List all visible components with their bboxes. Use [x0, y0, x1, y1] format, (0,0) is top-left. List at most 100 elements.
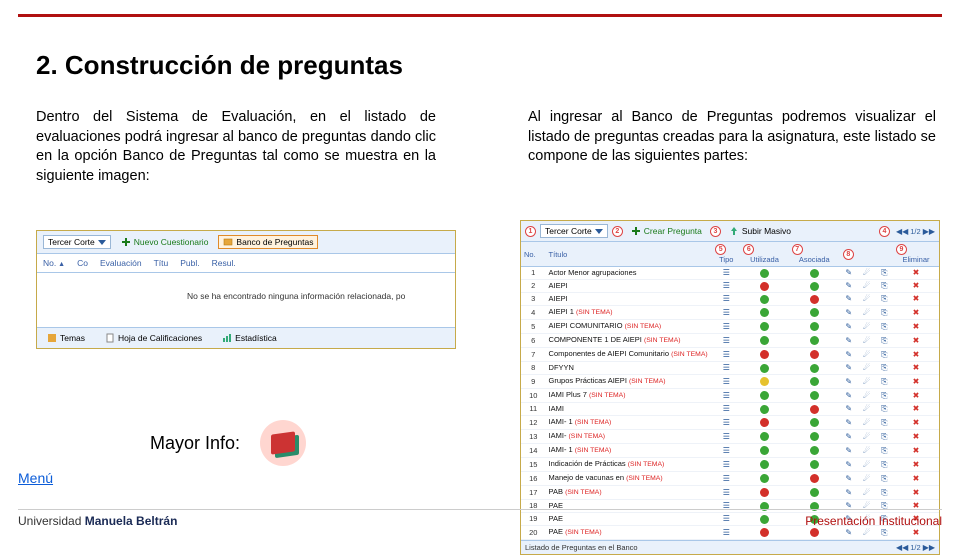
cell-delete[interactable]: ✖	[893, 389, 939, 403]
menu-link[interactable]: Menú	[18, 470, 53, 486]
cell-action[interactable]: ☄	[857, 348, 875, 362]
cell-delete[interactable]: ✖	[893, 403, 939, 416]
cell-action[interactable]: ☄	[857, 320, 875, 334]
cell-action[interactable]: ✎	[840, 267, 858, 280]
cell-delete[interactable]: ✖	[893, 458, 939, 472]
nuevo-cuestionario-button[interactable]: Nuevo Cuestionario	[117, 236, 213, 248]
cell-action[interactable]: ✎	[840, 403, 858, 416]
cell-title[interactable]: Manejo de vacunas en (SIN TEMA)	[546, 472, 713, 486]
next-icon[interactable]: ▶▶	[923, 543, 935, 552]
cell-delete[interactable]: ✖	[893, 348, 939, 362]
cell-action[interactable]: ☄	[857, 375, 875, 389]
cell-action[interactable]: ☄	[857, 293, 875, 306]
cell-action[interactable]: ☄	[857, 486, 875, 500]
cell-title[interactable]: Componentes de AIEPI Comunitario (SIN TE…	[546, 348, 713, 362]
cell-action[interactable]: ⎘	[876, 458, 893, 472]
cell-action[interactable]: ✎	[840, 280, 858, 293]
cell-action[interactable]: ✎	[840, 430, 858, 444]
corte-selector-2[interactable]: Tercer Corte	[540, 224, 608, 238]
cell-delete[interactable]: ✖	[893, 306, 939, 320]
cell-action[interactable]: ☄	[857, 334, 875, 348]
cell-delete[interactable]: ✖	[893, 280, 939, 293]
cell-delete[interactable]: ✖	[893, 472, 939, 486]
cell-action[interactable]: ⎘	[876, 389, 893, 403]
cell-title[interactable]: IAMI Plus 7 (SIN TEMA)	[546, 389, 713, 403]
cell-delete[interactable]: ✖	[893, 293, 939, 306]
cell-action[interactable]: ✎	[840, 389, 858, 403]
subir-masivo-button[interactable]: Subir Masivo	[725, 225, 795, 237]
cell-action[interactable]: ✎	[840, 293, 858, 306]
cell-title[interactable]: AIEPI	[546, 280, 713, 293]
cell-title[interactable]: Grupos Prácticas AIEPI (SIN TEMA)	[546, 375, 713, 389]
cell-action[interactable]: ⎘	[876, 348, 893, 362]
cell-action[interactable]: ⎘	[876, 375, 893, 389]
cell-title[interactable]: DFYYN	[546, 362, 713, 375]
cell-action[interactable]: ✎	[840, 348, 858, 362]
cell-action[interactable]: ✎	[840, 334, 858, 348]
cell-title[interactable]: IAMI	[546, 403, 713, 416]
banco-preguntas-button[interactable]: Banco de Preguntas	[218, 235, 318, 249]
corte-selector[interactable]: Tercer Corte	[43, 235, 111, 249]
cell-title[interactable]: AIEPI COMUNITARIO (SIN TEMA)	[546, 320, 713, 334]
cell-action[interactable]: ☄	[857, 280, 875, 293]
cell-delete[interactable]: ✖	[893, 334, 939, 348]
cell-action[interactable]: ⎘	[876, 472, 893, 486]
cell-action[interactable]: ⎘	[876, 403, 893, 416]
cell-action[interactable]: ⎘	[876, 334, 893, 348]
next-icon[interactable]: ▶▶	[923, 227, 935, 236]
pager[interactable]: ◀◀ 1/2 ▶▶	[896, 227, 935, 236]
cell-title[interactable]: IAMI- 1 (SIN TEMA)	[546, 444, 713, 458]
cell-delete[interactable]: ✖	[893, 267, 939, 280]
cell-action[interactable]: ⎘	[876, 306, 893, 320]
cell-title[interactable]: AIEPI	[546, 293, 713, 306]
cell-action[interactable]: ⎘	[876, 486, 893, 500]
cell-action[interactable]: ✎	[840, 375, 858, 389]
cell-action[interactable]: ⎘	[876, 267, 893, 280]
cell-delete[interactable]: ✖	[893, 320, 939, 334]
cell-action[interactable]: ✎	[840, 306, 858, 320]
cell-delete[interactable]: ✖	[893, 416, 939, 430]
cell-action[interactable]: ☄	[857, 458, 875, 472]
cell-delete[interactable]: ✖	[893, 375, 939, 389]
cell-action[interactable]: ☄	[857, 306, 875, 320]
cell-delete[interactable]: ✖	[893, 486, 939, 500]
cell-title[interactable]: PAB (SIN TEMA)	[546, 486, 713, 500]
cell-action[interactable]: ✎	[840, 458, 858, 472]
cell-action[interactable]: ☄	[857, 444, 875, 458]
cell-action[interactable]: ☄	[857, 389, 875, 403]
cell-action[interactable]: ✎	[840, 320, 858, 334]
cell-action[interactable]: ⎘	[876, 416, 893, 430]
pager-bottom[interactable]: ◀◀ 1/2 ▶▶	[896, 543, 935, 552]
cell-delete[interactable]: ✖	[893, 362, 939, 375]
cell-action[interactable]: ☄	[857, 267, 875, 280]
cell-action[interactable]: ✎	[840, 362, 858, 375]
cell-action[interactable]: ☄	[857, 416, 875, 430]
cell-action[interactable]: ✎	[840, 486, 858, 500]
prev-icon[interactable]: ◀◀	[896, 227, 908, 236]
cell-action[interactable]: ✎	[840, 472, 858, 486]
cell-action[interactable]: ⎘	[876, 444, 893, 458]
cell-action[interactable]: ⎘	[876, 280, 893, 293]
cell-action[interactable]: ⎘	[876, 320, 893, 334]
book-icon[interactable]	[260, 420, 306, 466]
cell-action[interactable]: ✎	[840, 416, 858, 430]
cell-title[interactable]: IAMI- (SIN TEMA)	[546, 430, 713, 444]
cell-title[interactable]: IAMI- 1 (SIN TEMA)	[546, 416, 713, 430]
crear-pregunta-button[interactable]: Crear Pregunta	[627, 225, 706, 237]
cell-action[interactable]: ⎘	[876, 293, 893, 306]
cell-title[interactable]: COMPONENTE 1 DE AIEPI (SIN TEMA)	[546, 334, 713, 348]
cell-title[interactable]: AIEPI 1 (SIN TEMA)	[546, 306, 713, 320]
cell-action[interactable]: ☄	[857, 430, 875, 444]
hoja-button[interactable]: Hoja de Calificaciones	[101, 332, 206, 344]
prev-icon[interactable]: ◀◀	[896, 543, 908, 552]
cell-action[interactable]: ✎	[840, 444, 858, 458]
cell-action[interactable]: ☄	[857, 472, 875, 486]
cell-title[interactable]: Actor Menor agrupaciones	[546, 267, 713, 280]
cell-delete[interactable]: ✖	[893, 444, 939, 458]
cell-action[interactable]: ⎘	[876, 430, 893, 444]
cell-action[interactable]: ☄	[857, 362, 875, 375]
estadistica-button[interactable]: Estadística	[218, 332, 281, 344]
cell-action[interactable]: ⎘	[876, 362, 893, 375]
temas-button[interactable]: Temas	[43, 332, 89, 344]
cell-action[interactable]: ☄	[857, 403, 875, 416]
